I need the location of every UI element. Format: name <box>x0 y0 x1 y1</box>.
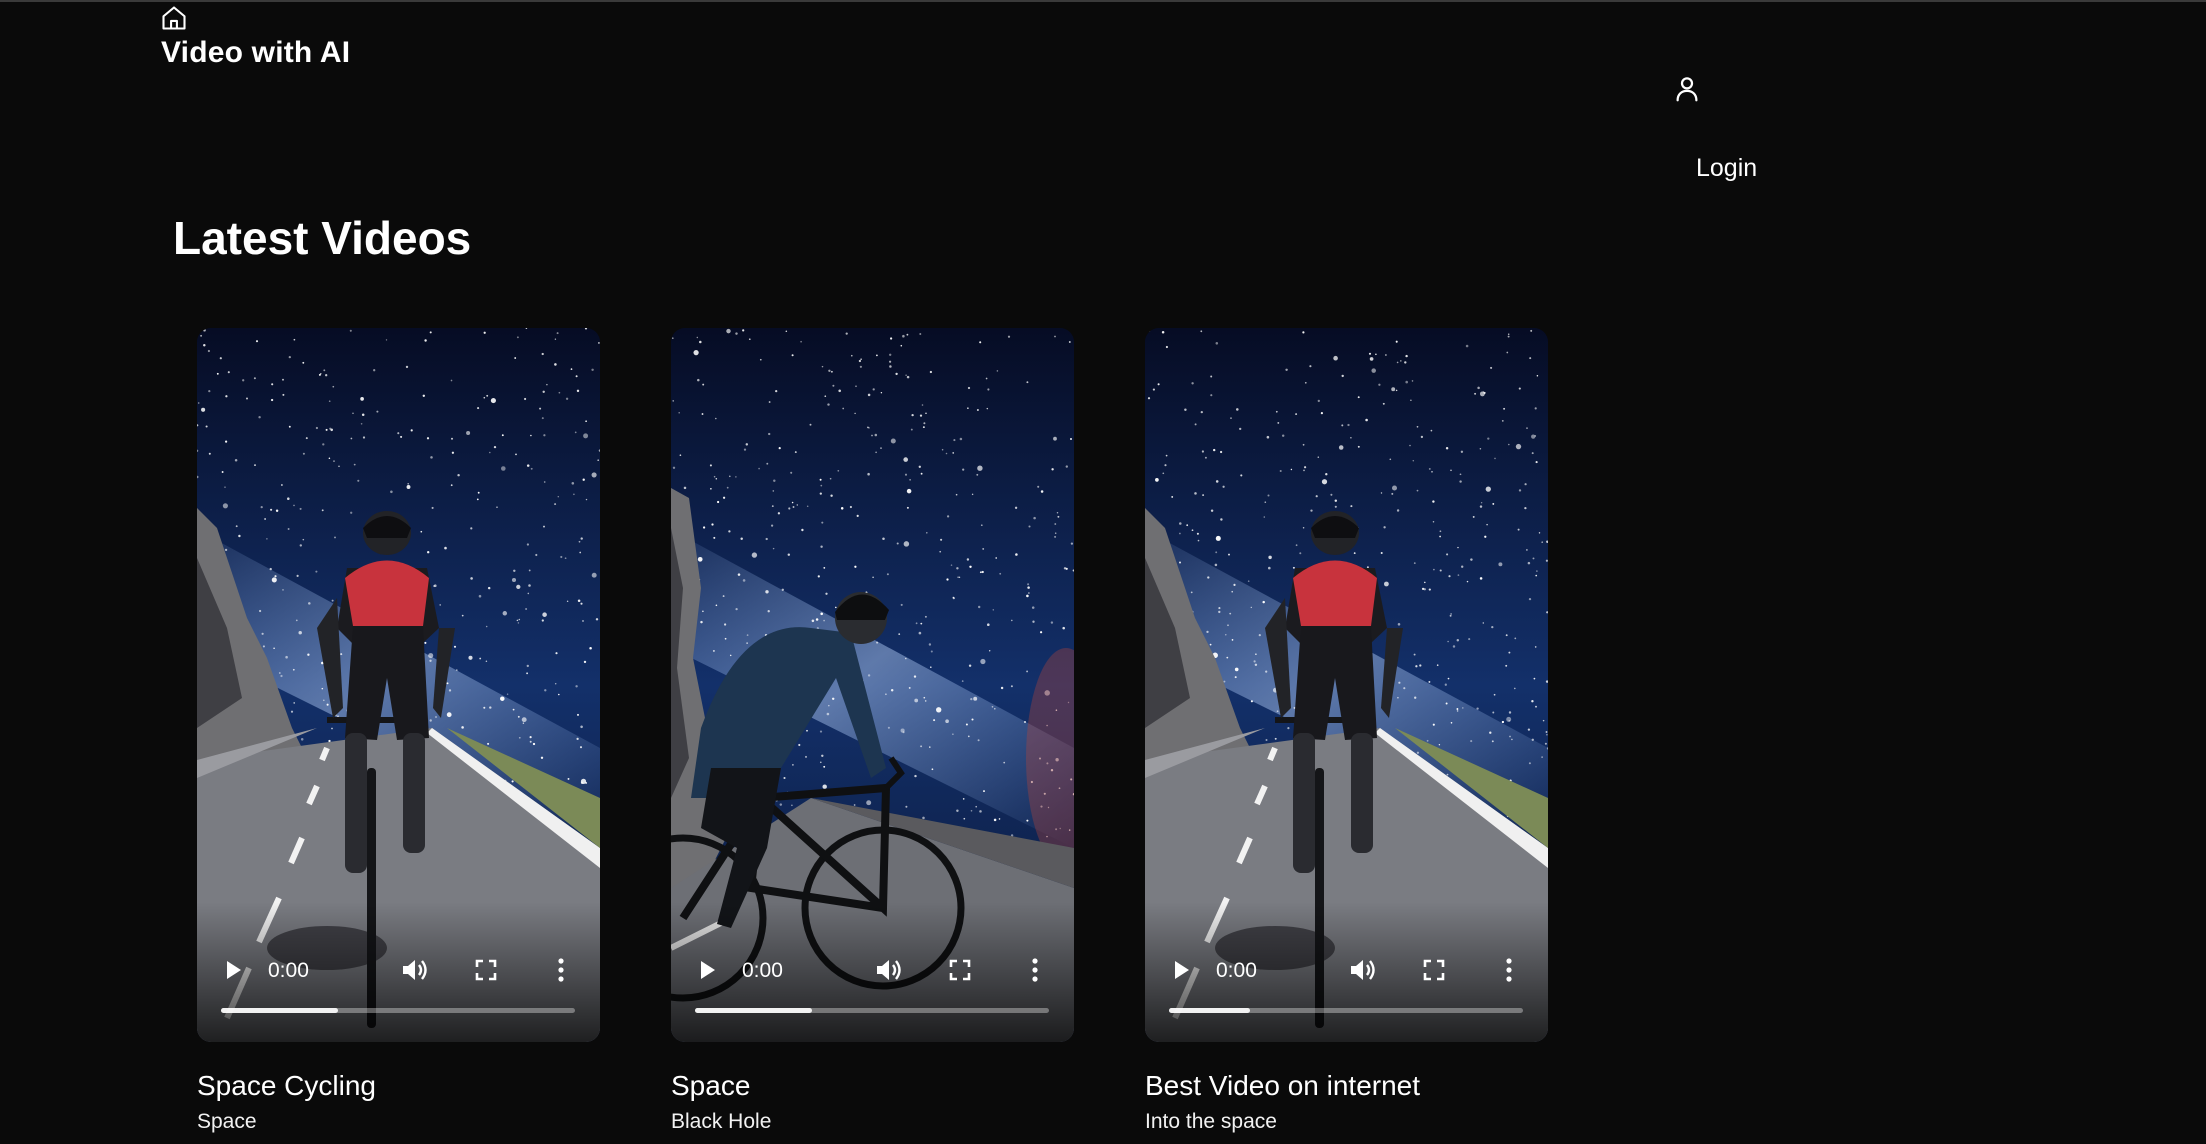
video-player[interactable]: 0:00 <box>197 328 600 1042</box>
video-card: 0:00 Space Black Hole <box>671 328 1074 1133</box>
time-display: 0:00 <box>268 959 309 982</box>
video-player[interactable]: 0:00 <box>1145 328 1548 1042</box>
video-subtitle: Black Hole <box>671 1110 772 1133</box>
video-subtitle: Space <box>197 1110 257 1133</box>
video-card: 0:00 Space Cycling Space <box>197 328 600 1133</box>
more-vertical-icon[interactable] <box>556 957 566 983</box>
progress-bar[interactable] <box>1169 1008 1523 1013</box>
video-title[interactable]: Best Video on internet <box>1145 1070 1420 1102</box>
video-card: 0:00 Best Video on internet Into the spa… <box>1145 328 1548 1133</box>
play-icon[interactable] <box>221 958 245 982</box>
video-title[interactable]: Space Cycling <box>197 1070 376 1102</box>
progress-fill <box>1169 1008 1251 1013</box>
controls-overlay <box>1145 902 1548 1042</box>
progress-bar[interactable] <box>221 1008 575 1013</box>
time-display: 0:00 <box>1216 959 1257 982</box>
fullscreen-icon[interactable] <box>475 959 497 981</box>
volume-icon[interactable] <box>875 957 903 983</box>
progress-fill <box>695 1008 812 1013</box>
controls-overlay <box>671 902 1074 1042</box>
fullscreen-icon[interactable] <box>1423 959 1445 981</box>
home-icon[interactable] <box>160 4 188 32</box>
volume-icon[interactable] <box>1349 957 1377 983</box>
volume-icon[interactable] <box>401 957 429 983</box>
more-vertical-icon[interactable] <box>1030 957 1040 983</box>
brand-title[interactable]: Video with AI <box>161 36 350 70</box>
fullscreen-icon[interactable] <box>949 959 971 981</box>
video-subtitle: Into the space <box>1145 1110 1277 1133</box>
progress-bar[interactable] <box>695 1008 1049 1013</box>
video-title[interactable]: Space <box>671 1070 750 1102</box>
play-icon[interactable] <box>695 958 719 982</box>
play-icon[interactable] <box>1169 958 1193 982</box>
time-display: 0:00 <box>742 959 783 982</box>
progress-fill <box>221 1008 338 1013</box>
user-icon[interactable] <box>1672 74 1702 104</box>
more-vertical-icon[interactable] <box>1504 957 1514 983</box>
controls-overlay <box>197 902 600 1042</box>
login-button[interactable]: Login <box>1696 154 1757 183</box>
section-title: Latest Videos <box>173 212 472 264</box>
video-player[interactable]: 0:00 <box>671 328 1074 1042</box>
top-border <box>0 0 2206 2</box>
